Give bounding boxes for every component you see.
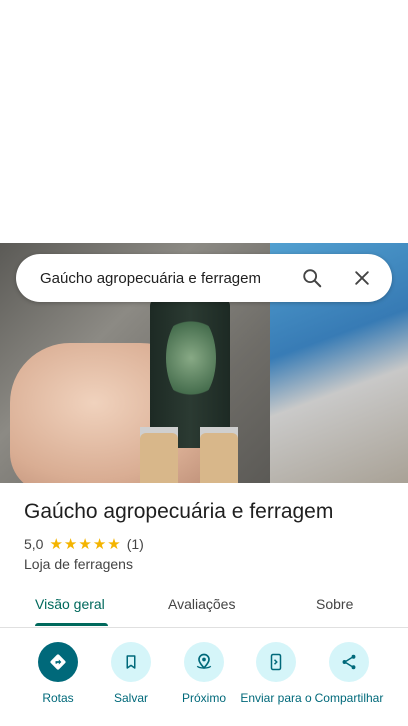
nearby-label: Próximo	[181, 691, 226, 705]
star-icon: ★	[78, 535, 92, 553]
search-query[interactable]: Gaúcho agropecuária e ferragem	[40, 270, 300, 287]
tab-about[interactable]: Sobre	[316, 596, 353, 612]
tab-reviews[interactable]: Avaliações	[168, 596, 235, 612]
rating-value: 5,0	[24, 536, 44, 552]
search-bar[interactable]: Gaúcho agropecuária e ferragem	[16, 254, 392, 302]
save-label: Salvar	[113, 691, 148, 705]
close-icon[interactable]	[350, 266, 374, 290]
directions-button[interactable]: Rotas	[22, 640, 94, 705]
nearby-button[interactable]: Próximo	[168, 640, 240, 705]
star-icon: ★	[107, 535, 121, 553]
place-category: Loja de ferragens	[24, 556, 133, 572]
directions-label: Rotas	[42, 691, 74, 705]
directions-icon	[38, 642, 78, 682]
share-icon	[329, 642, 369, 682]
send-to-phone-button[interactable]: Enviar para o	[240, 640, 312, 705]
place-title: Gaúcho agropecuária e ferragem	[24, 500, 334, 523]
star-icon: ★	[49, 535, 63, 553]
share-button[interactable]: Compartilhar	[313, 640, 385, 705]
star-icon: ★	[92, 535, 107, 553]
tab-bar: Visão geral Avaliações Sobre	[0, 584, 408, 628]
nearby-icon	[184, 642, 224, 682]
action-bar: Rotas Salvar Próximo Enviar para o Compa…	[0, 640, 408, 726]
share-label: Compartilhar	[314, 691, 384, 705]
rating-stars: ★ ★ ★ ★ ★	[49, 537, 120, 552]
star-icon: ★	[63, 535, 78, 553]
save-button[interactable]: Salvar	[95, 640, 167, 705]
send-to-phone-label: Enviar para o	[240, 691, 312, 705]
search-icon[interactable]	[300, 266, 324, 290]
review-count: (1)	[126, 536, 144, 552]
send-to-phone-icon	[256, 642, 296, 682]
rating-row[interactable]: 5,0 ★ ★ ★ ★ ★ (1)	[24, 536, 144, 552]
tab-overview[interactable]: Visão geral	[35, 596, 105, 612]
active-tab-indicator	[35, 623, 108, 626]
bookmark-icon	[111, 642, 151, 682]
